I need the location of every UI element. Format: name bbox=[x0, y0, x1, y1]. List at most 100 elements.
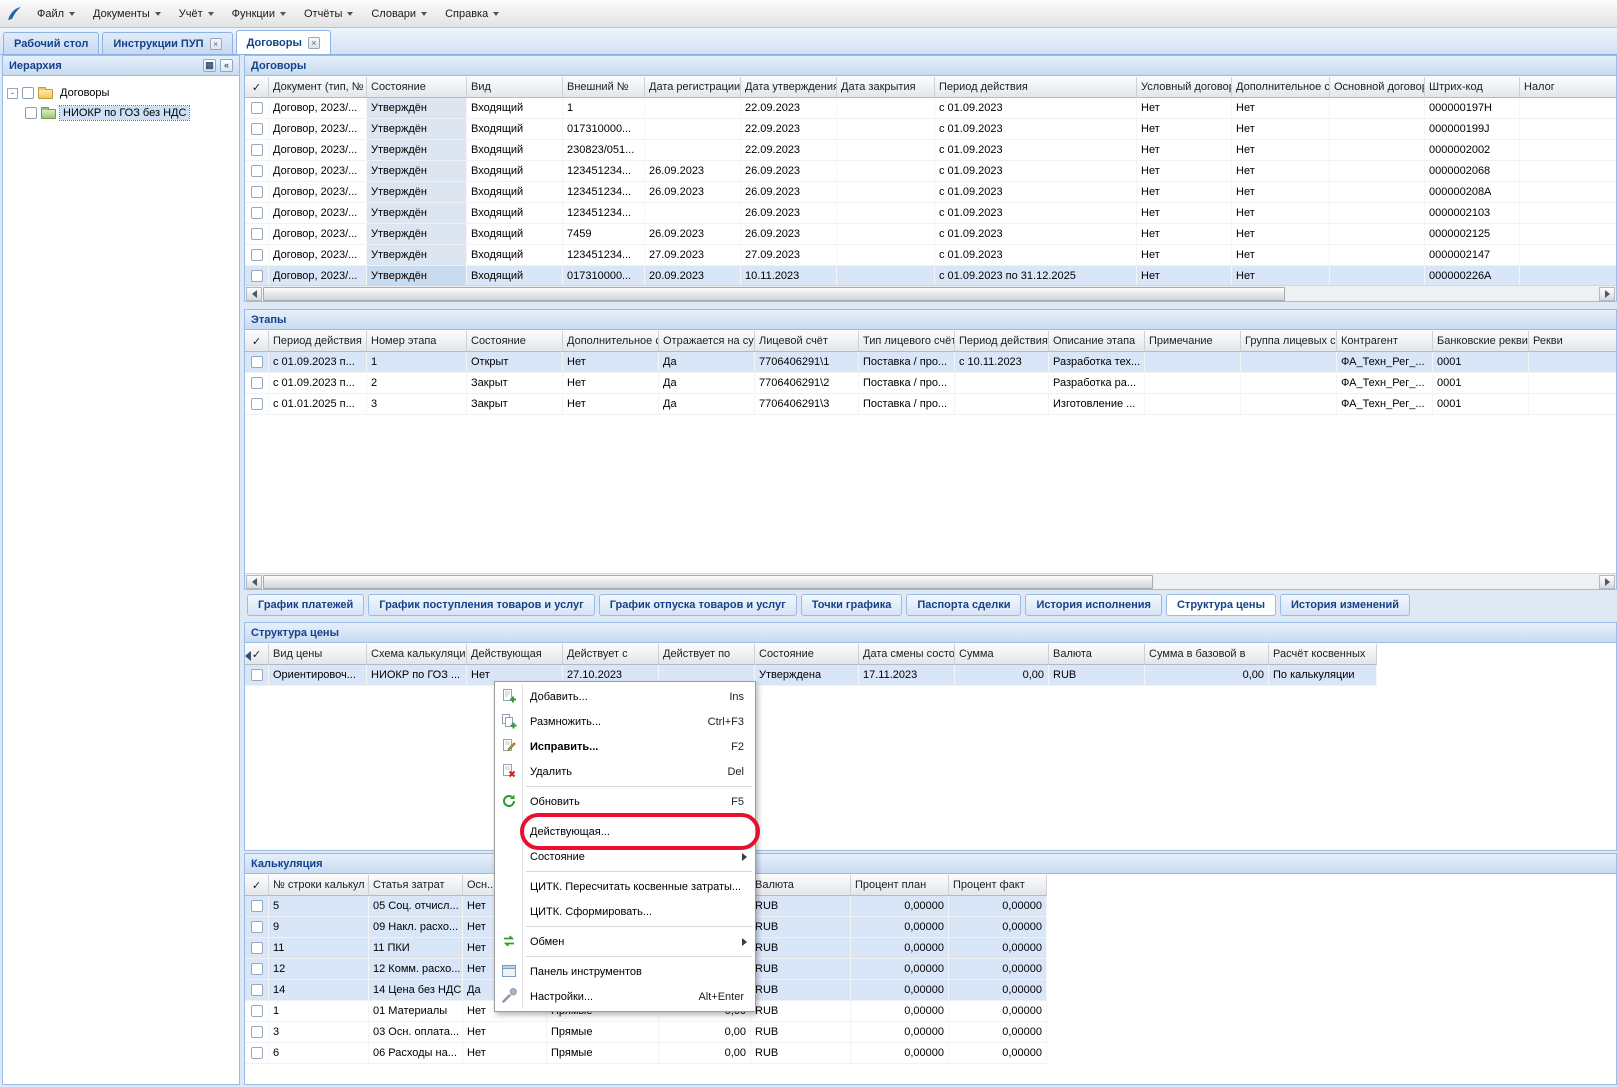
context-menu-item[interactable]: Обмен bbox=[496, 929, 754, 954]
column-header[interactable]: Сумма bbox=[955, 644, 1049, 665]
column-header[interactable]: Штрих-код bbox=[1425, 77, 1520, 98]
menubar-item[interactable]: Отчёты bbox=[295, 4, 362, 24]
tree-node[interactable]: -Договоры bbox=[3, 83, 239, 103]
row-select-cell[interactable] bbox=[245, 980, 269, 1001]
table-row[interactable]: Договор, 2023/...УтверждёнВходящий745926… bbox=[245, 224, 1616, 245]
column-header[interactable]: Дата регистрации bbox=[645, 77, 741, 98]
column-header[interactable]: Вид bbox=[467, 77, 563, 98]
view-tab[interactable]: График отпуска товаров и услуг bbox=[599, 594, 797, 616]
row-checkbox[interactable] bbox=[251, 207, 263, 219]
column-header[interactable]: Состояние bbox=[367, 77, 467, 98]
row-checkbox[interactable] bbox=[251, 942, 263, 954]
row-select-cell[interactable] bbox=[245, 959, 269, 980]
row-checkbox[interactable] bbox=[251, 377, 263, 389]
row-checkbox[interactable] bbox=[251, 123, 263, 135]
main-tab[interactable]: Договоры× bbox=[236, 30, 331, 54]
row-select-cell[interactable] bbox=[245, 203, 269, 224]
column-header[interactable]: Банковские рекви bbox=[1433, 331, 1529, 352]
table-row[interactable]: Договор, 2023/...УтверждёнВходящий123451… bbox=[245, 203, 1616, 224]
row-select-cell[interactable] bbox=[245, 98, 269, 119]
row-select-cell[interactable] bbox=[245, 119, 269, 140]
row-checkbox[interactable] bbox=[251, 249, 263, 261]
context-menu-item[interactable]: УдалитьDel bbox=[496, 759, 754, 784]
main-tab[interactable]: Рабочий стол bbox=[3, 32, 99, 54]
table-row[interactable]: Договор, 2023/...УтверждёнВходящий017310… bbox=[245, 119, 1616, 140]
column-header[interactable]: Статья затрат bbox=[369, 875, 463, 896]
column-header[interactable]: Дополнительное с bbox=[1232, 77, 1330, 98]
stages-hscrollbar[interactable] bbox=[245, 573, 1616, 589]
row-select-cell[interactable] bbox=[245, 224, 269, 245]
row-checkbox[interactable] bbox=[251, 1047, 263, 1059]
view-tab[interactable]: История исполнения bbox=[1025, 594, 1162, 616]
row-checkbox[interactable] bbox=[251, 102, 263, 114]
context-menu-item[interactable]: Действующая... bbox=[496, 819, 754, 844]
row-checkbox[interactable] bbox=[251, 398, 263, 410]
column-header[interactable]: Примечание bbox=[1145, 331, 1241, 352]
tree-node[interactable]: НИОКР по ГОЗ без НДС bbox=[3, 103, 239, 123]
table-row[interactable]: Договор, 2023/...УтверждёнВходящий123451… bbox=[245, 245, 1616, 266]
scroll-left-button[interactable] bbox=[246, 287, 262, 301]
column-header[interactable]: Налог bbox=[1520, 77, 1616, 98]
column-header[interactable]: Дата смены состо bbox=[859, 644, 955, 665]
row-checkbox[interactable] bbox=[251, 165, 263, 177]
select-all-header[interactable]: ✓ bbox=[245, 331, 269, 352]
menubar-item[interactable]: Документы bbox=[84, 4, 170, 24]
contracts-hscrollbar[interactable] bbox=[245, 285, 1616, 301]
select-all-header[interactable]: ✓ bbox=[245, 875, 269, 896]
view-tab[interactable]: Паспорта сделки bbox=[906, 594, 1021, 616]
row-select-cell[interactable] bbox=[245, 140, 269, 161]
column-header[interactable]: Тип лицевого счёт bbox=[859, 331, 955, 352]
column-header[interactable]: Дата закрытия bbox=[837, 77, 935, 98]
scroll-right-button[interactable] bbox=[1599, 575, 1615, 589]
table-row[interactable]: Договор, 2023/...УтверждёнВходящий017310… bbox=[245, 266, 1616, 285]
table-row[interactable]: Договор, 2023/...УтверждёнВходящий230823… bbox=[245, 140, 1616, 161]
tab-close-icon[interactable]: × bbox=[210, 38, 222, 50]
column-header[interactable]: Действует по bbox=[659, 644, 755, 665]
context-menu-item[interactable]: Добавить...Ins bbox=[496, 684, 754, 709]
column-header[interactable]: Основной договор bbox=[1330, 77, 1425, 98]
column-header[interactable]: Дополнительное с bbox=[563, 331, 659, 352]
column-header[interactable]: Дата утверждения bbox=[741, 77, 837, 98]
table-row[interactable]: Ориентировоч...НИОКР по ГОЗ ...Нет27.10.… bbox=[245, 665, 1377, 686]
row-select-cell[interactable] bbox=[245, 161, 269, 182]
row-checkbox[interactable] bbox=[251, 356, 263, 368]
column-header[interactable]: Действующая bbox=[467, 644, 563, 665]
column-header[interactable]: Схема калькуляци bbox=[367, 644, 467, 665]
row-checkbox[interactable] bbox=[251, 228, 263, 240]
table-row[interactable]: Договор, 2023/...УтверждёнВходящий123451… bbox=[245, 182, 1616, 203]
tab-close-icon[interactable]: × bbox=[308, 37, 320, 49]
table-row[interactable]: с 01.09.2023 п...1ОткрытНетДа7706406291\… bbox=[245, 352, 1616, 373]
column-header[interactable]: Валюта bbox=[1049, 644, 1145, 665]
collapse-region-arrow[interactable] bbox=[245, 651, 251, 661]
context-menu-item[interactable]: Состояние bbox=[496, 844, 754, 869]
context-menu-item[interactable]: ОбновитьF5 bbox=[496, 789, 754, 814]
table-row[interactable]: с 01.09.2023 п...2ЗакрытНетДа7706406291\… bbox=[245, 373, 1616, 394]
column-header[interactable]: Вид цены bbox=[269, 644, 367, 665]
column-header[interactable]: Валюта bbox=[751, 875, 851, 896]
column-header[interactable]: Описание этапа bbox=[1049, 331, 1145, 352]
table-row[interactable]: Договор, 2023/...УтверждёнВходящий122.09… bbox=[245, 98, 1616, 119]
context-menu-item[interactable]: Настройки...Alt+Enter bbox=[496, 984, 754, 1009]
column-header[interactable]: Состояние bbox=[467, 331, 563, 352]
table-row[interactable]: с 01.01.2025 п...3ЗакрытНетДа7706406291\… bbox=[245, 394, 1616, 415]
menubar-item[interactable]: Справка bbox=[436, 4, 508, 24]
table-row[interactable]: 303 Осн. оплата...НетПрямые0,00RUB0,0000… bbox=[245, 1022, 1047, 1043]
column-header[interactable]: Внешний № bbox=[563, 77, 645, 98]
column-header[interactable]: Условный договор bbox=[1137, 77, 1232, 98]
column-header[interactable]: Номер этапа bbox=[367, 331, 467, 352]
column-header[interactable]: Расчёт косвенных bbox=[1269, 644, 1377, 665]
scroll-left-button[interactable] bbox=[246, 575, 262, 589]
row-checkbox[interactable] bbox=[251, 669, 263, 681]
view-tab[interactable]: График поступления товаров и услуг bbox=[368, 594, 594, 616]
row-checkbox[interactable] bbox=[251, 984, 263, 996]
column-header[interactable]: Действует с bbox=[563, 644, 659, 665]
row-select-cell[interactable] bbox=[245, 373, 269, 394]
context-menu-item[interactable]: Исправить...F2 bbox=[496, 734, 754, 759]
filter-icon[interactable]: ▦ bbox=[203, 59, 216, 72]
column-header[interactable]: Период действия bbox=[935, 77, 1137, 98]
column-header[interactable]: № строки калькул bbox=[269, 875, 369, 896]
row-checkbox[interactable] bbox=[251, 900, 263, 912]
column-header[interactable]: Отражается на су bbox=[659, 331, 755, 352]
collapse-panel-icon[interactable]: « bbox=[220, 59, 233, 72]
row-select-cell[interactable] bbox=[245, 1001, 269, 1022]
